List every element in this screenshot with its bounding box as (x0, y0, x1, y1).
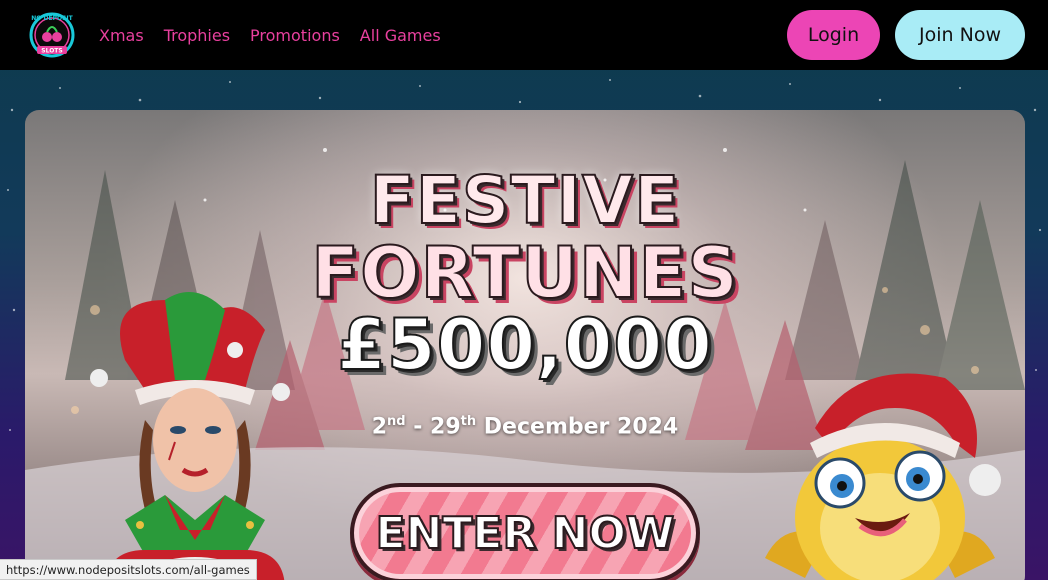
date-month-year: December 2024 (476, 414, 679, 440)
site-logo[interactable]: SLOTS NO DEPOSIT (26, 10, 78, 60)
date-end-day: 29 (430, 414, 461, 440)
join-now-button[interactable]: Join Now (895, 10, 1025, 60)
nav-item-xmas[interactable]: Xmas (99, 26, 144, 45)
status-bar-link-preview: https://www.nodepositslots.com/all-games (0, 559, 257, 580)
banner-title-festive: FESTIVE (369, 161, 681, 240)
banner-date-range: 2nd - 29th December 2024 (25, 414, 1025, 439)
nav-item-promotions[interactable]: Promotions (250, 26, 340, 45)
banner-title-fortunes: FORTUNES (310, 231, 739, 315)
promo-banner[interactable]: FESTIVE FORTUNES £500,000 2nd - 29th Dec… (25, 110, 1025, 580)
svg-text:SLOTS: SLOTS (41, 48, 62, 55)
login-button[interactable]: Login (787, 10, 880, 60)
enter-now-label: ENTER NOW (375, 507, 676, 560)
nav-item-all-games[interactable]: All Games (360, 26, 441, 45)
top-navigation-bar: SLOTS NO DEPOSIT Xmas Trophies Promotion… (0, 0, 1048, 70)
enter-now-button[interactable]: ENTER NOW (350, 483, 700, 580)
date-start-suffix: nd (387, 414, 406, 429)
svg-text:NO DEPOSIT: NO DEPOSIT (31, 15, 73, 22)
main-nav: Xmas Trophies Promotions All Games (99, 0, 461, 70)
date-separator: - (405, 414, 431, 440)
banner-prize-amount: £500,000 (336, 303, 713, 387)
date-end-suffix: th (460, 414, 477, 429)
nav-item-trophies[interactable]: Trophies (164, 26, 230, 45)
date-start-day: 2 (371, 414, 388, 440)
